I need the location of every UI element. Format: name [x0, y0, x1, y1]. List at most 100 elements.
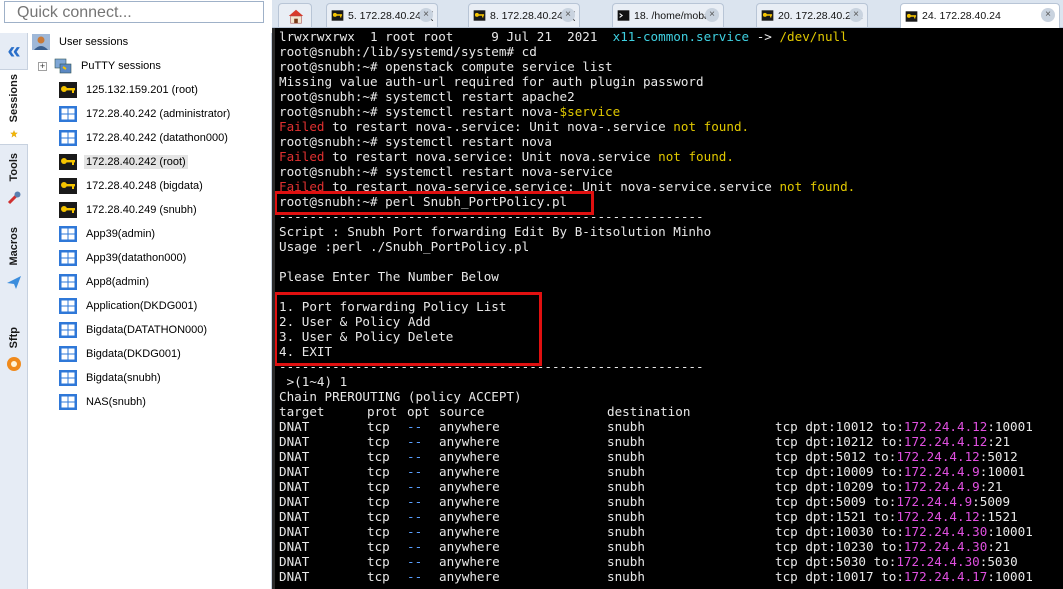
tree-item[interactable]: 172.28.40.249 (snubh)	[58, 199, 199, 221]
terminal-text: to restart nova-.service: Unit nova-.ser…	[324, 119, 674, 134]
tree-folder-putty-sessions[interactable]: + PuTTY sessions	[38, 55, 163, 77]
iptables-cell-source: anywhere	[439, 464, 500, 479]
tab-macros[interactable]: Macros	[0, 223, 28, 319]
tab-sessions[interactable]: Sessions	[0, 69, 28, 145]
iptables-port: :10001	[987, 569, 1033, 584]
iptables-cell-target: DNAT	[279, 479, 310, 494]
iptables-cell-destination: snubh	[607, 569, 645, 584]
session-tab[interactable]: 8. 172.28.40.248 (×	[468, 3, 580, 27]
key-icon	[473, 10, 486, 21]
tree-item[interactable]: Application(DKDG001)	[58, 295, 199, 317]
tab-sftp-label: Sftp	[8, 327, 20, 349]
tab-tools[interactable]: Tools	[0, 149, 28, 219]
key-icon	[761, 10, 774, 21]
iptables-dpt: tcp dpt:10212 to:	[775, 434, 904, 449]
tree-item[interactable]: App8(admin)	[58, 271, 151, 293]
tree-item-label: Bigdata(snubh)	[86, 372, 161, 384]
collapse-panel-icon[interactable]: «	[0, 33, 28, 69]
expand-toggle-icon[interactable]: +	[38, 61, 47, 71]
terminal-view[interactable]: lrwxrwxrwx 1 root root 9 Jul 21 2021 x11…	[272, 28, 1063, 589]
key-icon	[905, 10, 918, 22]
iptables-cell-opt: --	[407, 494, 423, 509]
tree-item[interactable]: Bigdata(DKDG001)	[58, 343, 183, 365]
terminal-icon	[617, 10, 630, 21]
key-icon	[59, 82, 77, 98]
terminal-text: root@snubh:~# systemctl restart nova	[279, 134, 552, 149]
iptables-cell-prot: tcp	[367, 449, 390, 464]
session-tab[interactable]: 24. 172.28.40.24 ×	[900, 3, 1060, 28]
terminal-text: lrwxrwxrwx 1 root root 9 Jul 21 2021	[279, 29, 613, 44]
iptables-cell-destination: snubh	[607, 449, 645, 464]
iptables-dpt: tcp dpt:5009 to:	[775, 494, 897, 509]
tree-item-label: App39(admin)	[86, 228, 156, 240]
iptables-cell-prot: tcp	[367, 464, 390, 479]
close-tab-icon[interactable]: ×	[419, 8, 433, 22]
iptables-cell-source: anywhere	[439, 524, 500, 539]
terminal-text: Script : Snubh Port forwarding Edit By B…	[279, 224, 712, 239]
terminal-line: ----------------------------------------…	[279, 359, 704, 374]
session-tab[interactable]: 20. 172.28.40.242 ×	[756, 3, 868, 27]
terminal-text: root@snubh:/lib/systemd/system# cd	[279, 44, 537, 59]
terminal-text: ->	[749, 29, 780, 44]
iptables-cell-target: DNAT	[279, 509, 310, 524]
iptables-cell-target: DNAT	[279, 464, 310, 479]
windows-icon	[59, 346, 77, 362]
key-icon	[59, 154, 77, 170]
tree-root-user-sessions[interactable]: User sessions	[31, 31, 130, 53]
sftp-icon	[7, 357, 21, 372]
left-panel: « Sessions Tools Macros Sftp User sessio…	[0, 0, 272, 589]
iptables-cell-opt: --	[407, 419, 423, 434]
user-icon	[32, 34, 50, 50]
iptables-ip: 172.24.4.30	[903, 539, 988, 554]
terminal-text: $service	[559, 104, 621, 119]
iptables-header-cell: prot	[367, 404, 398, 419]
terminal-line: >(1~4) 1	[279, 374, 348, 389]
tree-item[interactable]: 172.28.40.242 (root)	[58, 151, 188, 173]
terminal-text: root@snubh:~# systemctl restart nova-	[279, 104, 560, 119]
tree-item[interactable]: 172.28.40.242 (administrator)	[58, 103, 232, 125]
iptables-cell-destination: snubh	[607, 494, 645, 509]
close-tab-icon[interactable]: ×	[849, 8, 863, 22]
iptables-port: :21	[987, 434, 1011, 449]
terminal-line: root@snubh:~# systemctl restart nova	[279, 134, 552, 149]
terminal-text: x11-common.service	[612, 29, 750, 44]
close-tab-icon[interactable]: ×	[1041, 8, 1055, 22]
key-icon	[59, 178, 77, 194]
terminal-line: root@snubh:~# systemctl restart nova-ser…	[279, 164, 613, 179]
tree-item[interactable]: Bigdata(DATATHON000)	[58, 319, 209, 341]
tree-item[interactable]: App39(datathon000)	[58, 247, 188, 269]
tab-sftp[interactable]: Sftp	[0, 323, 28, 379]
terminal-line: Failed to restart nova-service.service: …	[279, 179, 855, 194]
iptables-cell-prot: tcp	[367, 524, 390, 539]
iptables-cell-target-spec: tcp dpt:10009 to:172.24.4.9:10001	[775, 464, 1025, 479]
tree-item[interactable]: Bigdata(snubh)	[58, 367, 163, 389]
iptables-cell-opt: --	[407, 569, 423, 584]
iptables-cell-target-spec: tcp dpt:5030 to:172.24.4.30:5030	[775, 554, 1018, 569]
terminal-line: root@snubh:~# systemctl restart nova-$se…	[279, 104, 620, 119]
tree-item[interactable]: 172.28.40.242 (datathon000)	[58, 127, 230, 149]
tree-item[interactable]: App39(admin)	[58, 223, 157, 245]
tree-item[interactable]: NAS(snubh)	[58, 391, 148, 413]
iptables-cell-target-spec: tcp dpt:5009 to:172.24.4.9:5009	[775, 494, 1010, 509]
iptables-cell-target: DNAT	[279, 554, 310, 569]
tab-home[interactable]	[278, 3, 312, 27]
iptables-cell-source: anywhere	[439, 494, 500, 509]
session-tab[interactable]: 18. /home/mobaX ×	[612, 3, 724, 27]
iptables-cell-target: DNAT	[279, 539, 310, 554]
tree-item-label: 125.132.159.201 (root)	[86, 84, 198, 96]
close-tab-icon[interactable]: ×	[705, 8, 719, 22]
terminal-text: root@snubh:~# perl Snubh_PortPolicy.pl	[279, 194, 568, 209]
tree-item[interactable]: 172.28.40.248 (bigdata)	[58, 175, 205, 197]
iptables-cell-opt: --	[407, 554, 423, 569]
iptables-rule-row: DNAT tcp -- anywhere snubh tcp dpt:5009 to:17…	[279, 494, 1059, 509]
iptables-cell-opt: --	[407, 509, 423, 524]
close-tab-icon[interactable]: ×	[561, 8, 575, 22]
quick-connect-input[interactable]	[4, 1, 264, 23]
session-tab[interactable]: 5. 172.28.40.243 (×	[326, 3, 438, 27]
iptables-rule-row: DNAT tcp -- anywhere snubh tcp dpt:10017 to:1…	[279, 569, 1059, 584]
terminal-line: 2. User & Policy Add	[279, 314, 431, 329]
iptables-cell-target-spec: tcp dpt:1521 to:172.24.4.12:1521	[775, 509, 1018, 524]
iptables-header-cell: target	[279, 404, 325, 419]
iptables-ip: 172.24.4.30	[896, 554, 980, 569]
tree-item[interactable]: 125.132.159.201 (root)	[58, 79, 200, 101]
